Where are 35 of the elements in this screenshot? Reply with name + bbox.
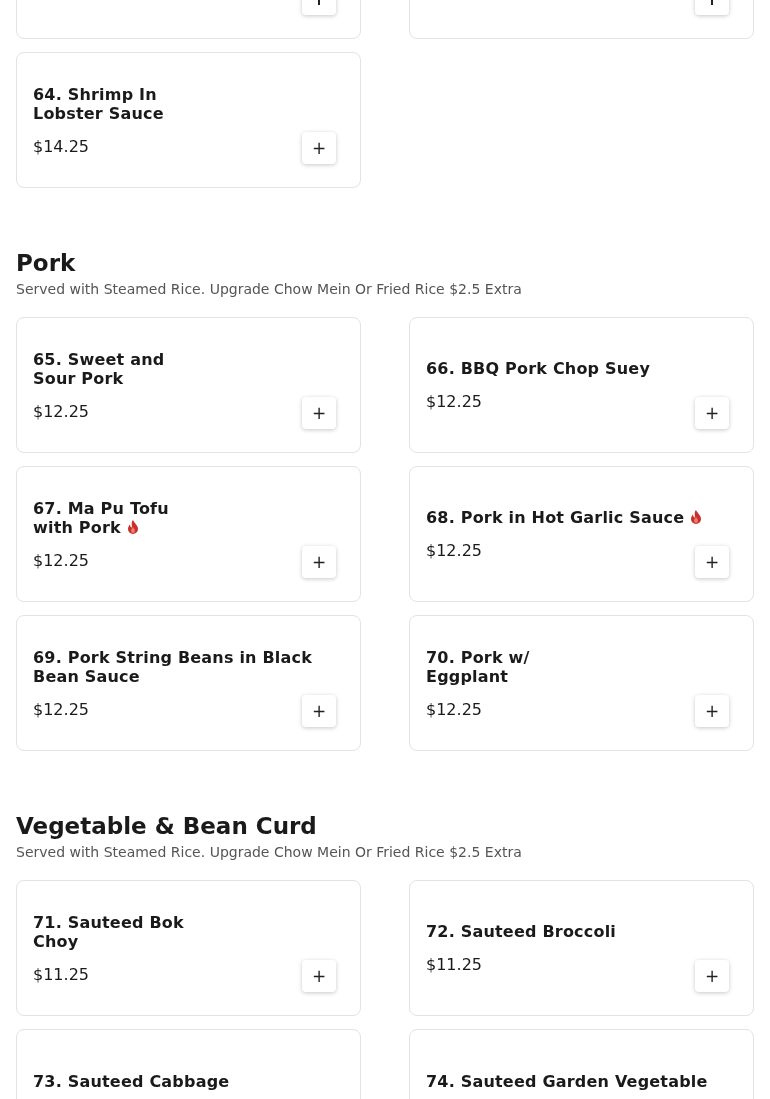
item-title: 64. Shrimp In Lobster Sauce — [33, 84, 165, 123]
item-price: $12.25 — [426, 541, 482, 561]
section-description: Served with Steamed Rice. Upgrade Chow Mein Or Fried Rice $2.5 Extra — [16, 280, 523, 298]
section-description: Served with Steamed Rice. Upgrade Chow Mein Or Fried Rice $2.5 Extra — [16, 843, 523, 861]
item-title: 70. Pork w/ Eggplant — [426, 647, 531, 686]
add-button[interactable]: + — [695, 960, 729, 992]
item-price: $11.25 — [426, 955, 482, 975]
item-price: $12.25 — [426, 699, 482, 720]
item-price: $11.25 — [33, 964, 89, 985]
add-button[interactable]: + — [302, 695, 336, 727]
item-title: 74. Sauteed Garden Vegetable — [426, 1072, 709, 1091]
item-title: 65. Sweet and Sour Pork — [33, 349, 166, 388]
add-button[interactable]: + — [302, 546, 336, 578]
add-button[interactable]: + — [695, 695, 729, 727]
add-button[interactable]: + — [302, 132, 336, 164]
item-title: 69. Pork String Beans in Black Bean Sauce — [33, 647, 314, 686]
item-price: $12.25 — [33, 401, 89, 422]
item-title: 66. BBQ Pork Chop Suey — [426, 359, 652, 378]
item-price: $12.25 — [426, 392, 482, 412]
item-price: $12.25 — [33, 550, 89, 571]
item-title: 67. Ma Pu Tofu with Pork — [33, 498, 170, 537]
section-heading: Pork — [16, 249, 77, 278]
add-button[interactable]: + — [302, 397, 336, 429]
item-title: 68. Pork in Hot Garlic Sauce — [426, 508, 729, 527]
add-button[interactable]: + — [695, 397, 729, 429]
add-button[interactable]: + — [302, 960, 336, 992]
flame-icon — [126, 519, 139, 534]
item-price: $12.25 — [33, 699, 89, 720]
section-heading: Vegetable & Bean Curd — [16, 812, 318, 841]
item-title: 72. Sauteed Broccoli — [426, 922, 617, 941]
item-title: 71. Sauteed Bok Choy — [33, 912, 185, 951]
flame-icon — [690, 510, 703, 524]
item-title: 73. Sauteed Cabbage — [33, 1072, 231, 1091]
item-price: $14.25 — [33, 136, 89, 157]
add-button[interactable]: + — [695, 546, 729, 578]
